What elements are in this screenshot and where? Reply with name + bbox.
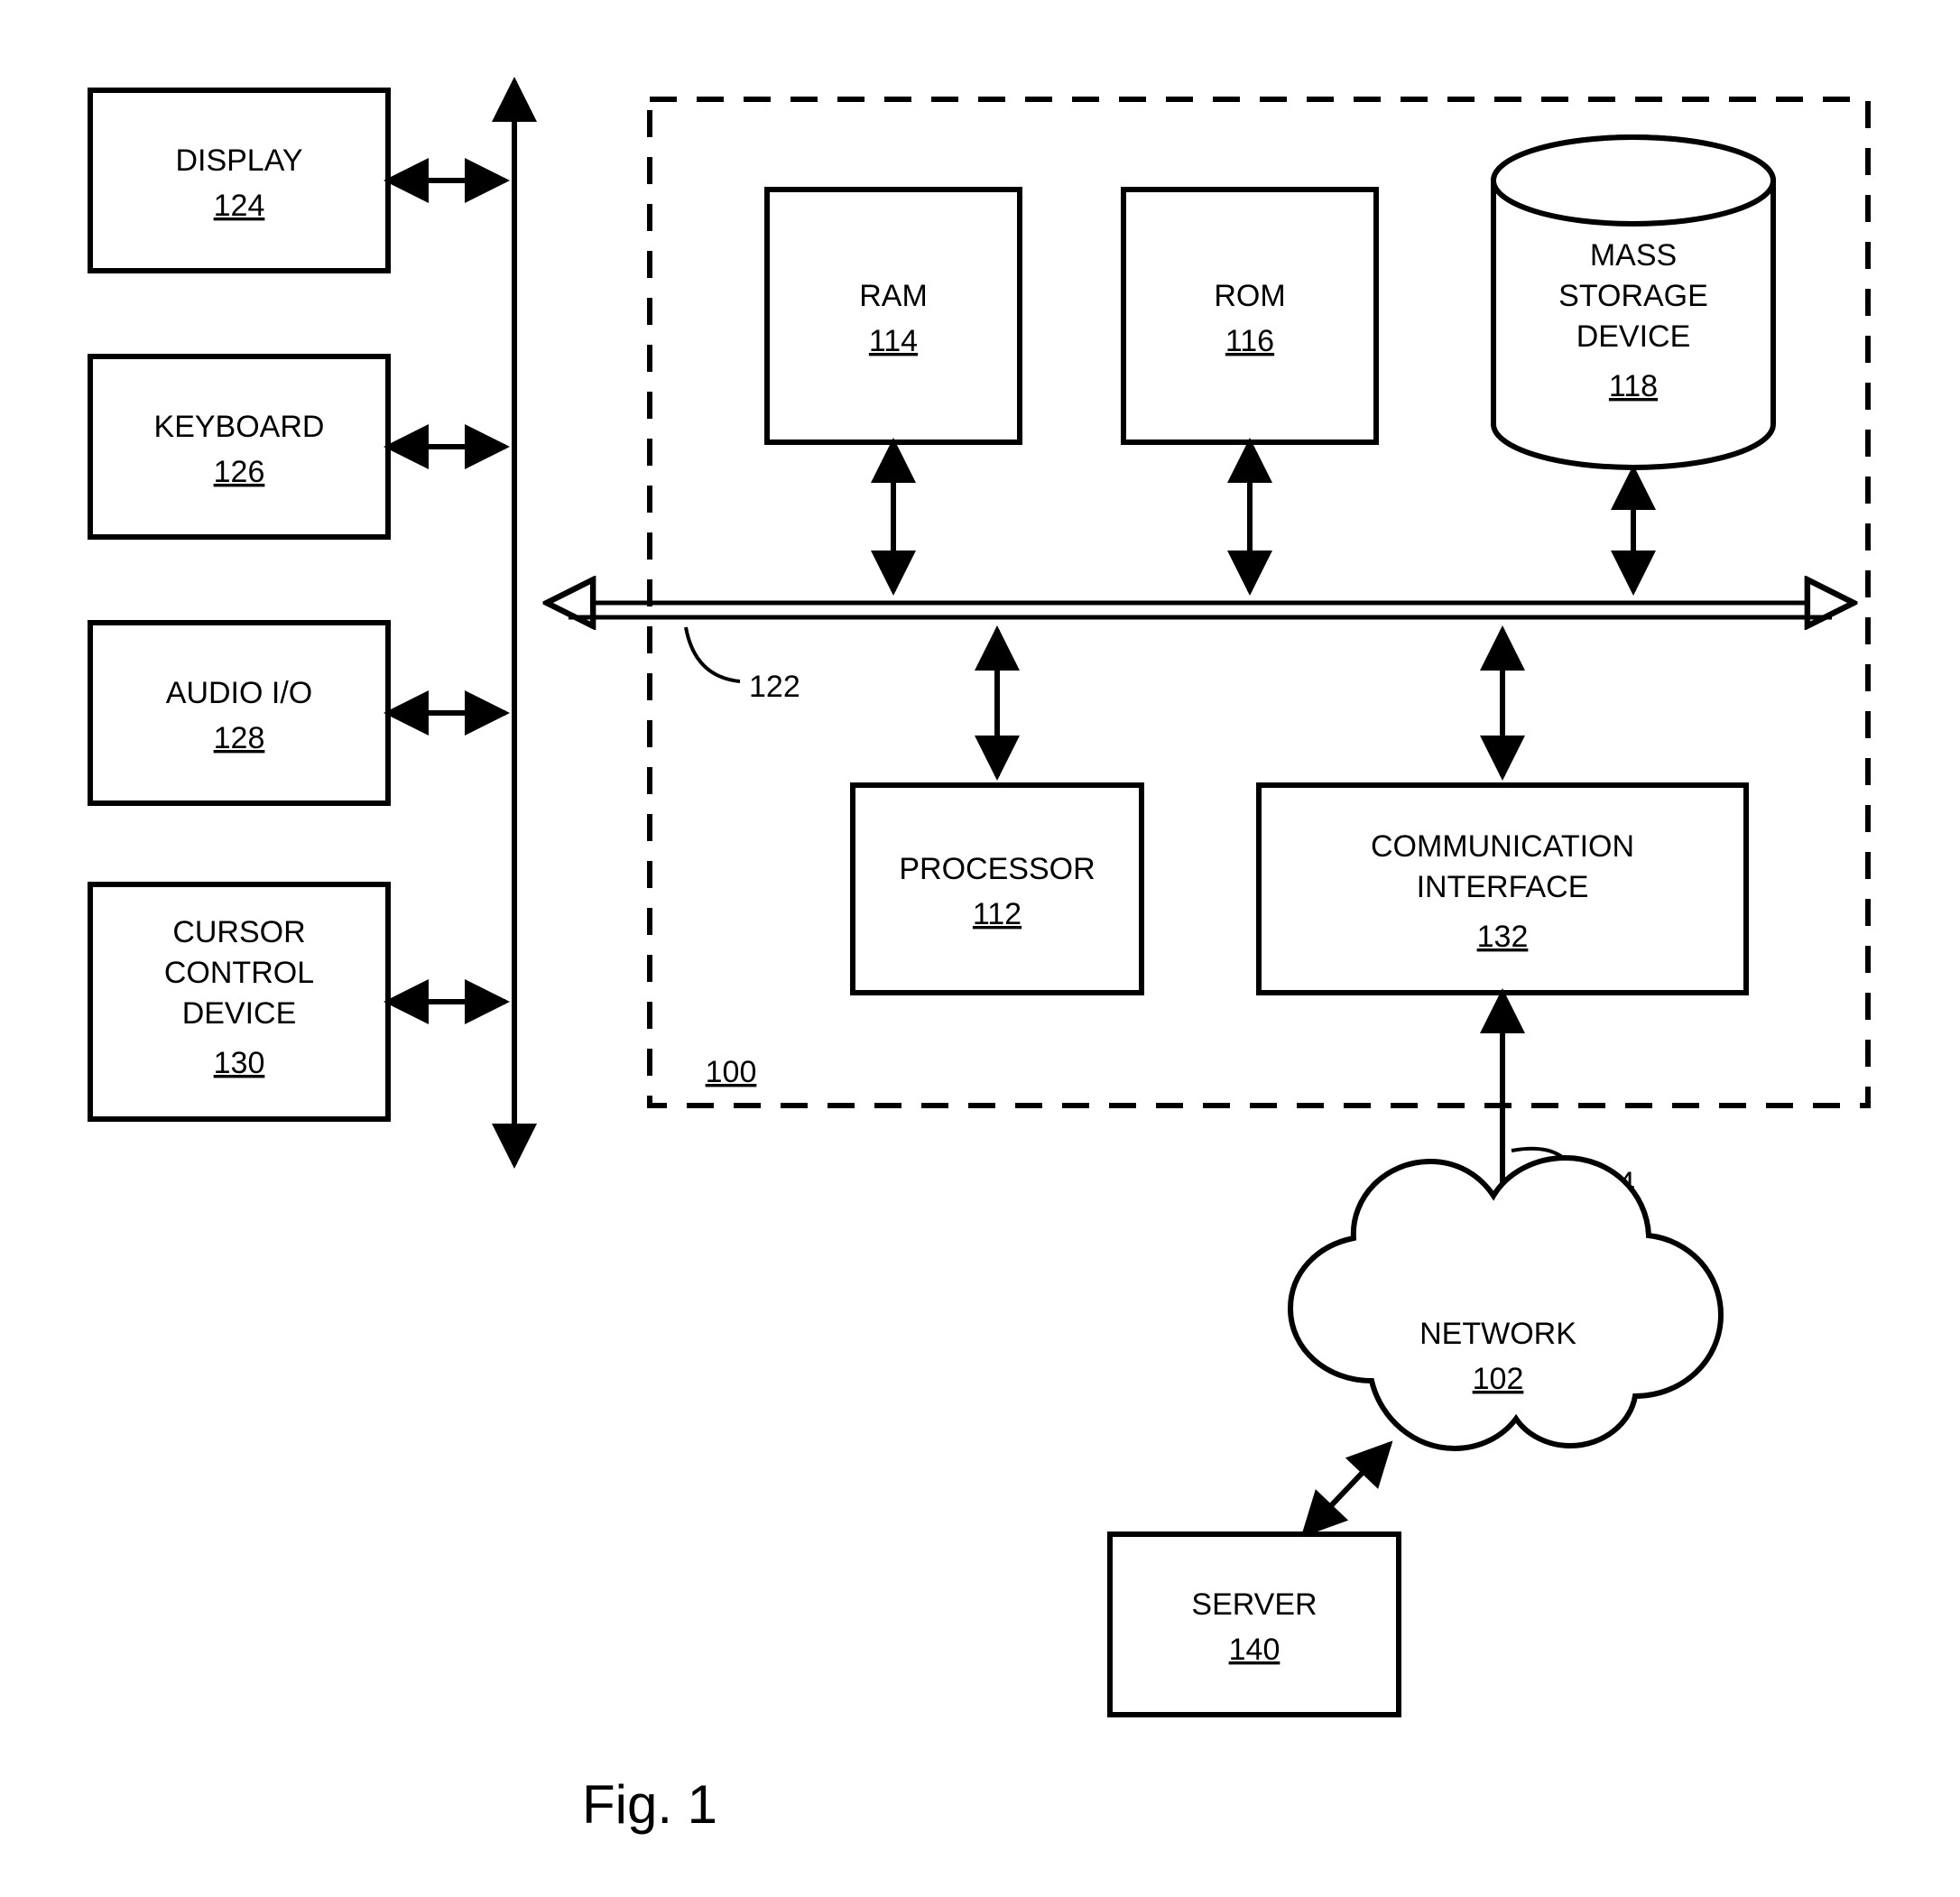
- comm-ref: 132: [1477, 920, 1529, 954]
- storage-block: MASS STORAGE DEVICE 118: [1493, 137, 1773, 591]
- comm-label-2: INTERFACE: [1417, 870, 1589, 904]
- internal-bus: 122: [550, 603, 1850, 704]
- storage-label-3: DEVICE: [1576, 319, 1691, 354]
- ram-label: RAM: [859, 279, 928, 313]
- processor-block: PROCESSOR 112: [853, 630, 1142, 993]
- network-cloud: NETWORK 102: [1290, 1158, 1721, 1448]
- display-ref: 124: [214, 189, 265, 223]
- audio-label: AUDIO I/O: [166, 676, 312, 710]
- network-label: NETWORK: [1419, 1317, 1576, 1351]
- cloud-server-link: [1304, 1444, 1390, 1534]
- comm-interface-block: COMMUNICATION INTERFACE 132: [1259, 630, 1746, 993]
- rom-label: ROM: [1214, 279, 1285, 313]
- display-block: DISPLAY 124: [90, 90, 505, 271]
- rom-block: ROM 116: [1123, 190, 1376, 591]
- processor-label: PROCESSOR: [899, 852, 1095, 886]
- keyboard-block: KEYBOARD 126: [90, 356, 505, 537]
- audio-block: AUDIO I/O 128: [90, 623, 505, 803]
- system-ref: 100: [706, 1055, 757, 1089]
- audio-ref: 128: [214, 721, 265, 755]
- storage-ref: 118: [1609, 369, 1658, 403]
- server-ref: 140: [1229, 1633, 1280, 1667]
- server-label: SERVER: [1191, 1587, 1317, 1622]
- cursor-ref: 130: [214, 1046, 265, 1080]
- storage-label-1: MASS: [1590, 238, 1677, 273]
- network-ref: 102: [1473, 1362, 1524, 1396]
- display-label: DISPLAY: [175, 143, 302, 178]
- keyboard-label: KEYBOARD: [154, 410, 325, 444]
- cursor-label-2: CONTROL: [164, 956, 314, 990]
- comm-label-1: COMMUNICATION: [1371, 829, 1634, 864]
- cursor-label-3: DEVICE: [182, 996, 297, 1031]
- bus-ref: 122: [749, 670, 800, 704]
- cursor-label-1: CURSOR: [172, 915, 305, 949]
- ram-ref: 114: [869, 324, 918, 358]
- system-diagram: DISPLAY 124 KEYBOARD 126 AUDIO I/O 128 C…: [0, 0, 1960, 1897]
- cursor-block: CURSOR CONTROL DEVICE 130: [90, 884, 505, 1119]
- processor-ref: 112: [973, 897, 1022, 931]
- server-block: SERVER 140: [1110, 1534, 1399, 1715]
- rom-ref: 116: [1225, 324, 1274, 358]
- storage-label-2: STORAGE: [1558, 279, 1708, 313]
- figure-caption: Fig. 1: [582, 1774, 717, 1835]
- ram-block: RAM 114: [767, 190, 1020, 591]
- keyboard-ref: 126: [214, 455, 265, 489]
